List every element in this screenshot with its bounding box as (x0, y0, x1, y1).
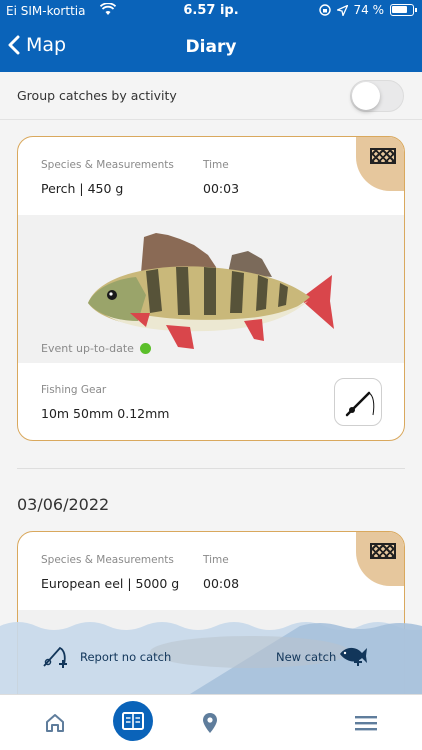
status-bar: Ei SIM-korttia 6.57 ip. 74 % (0, 0, 422, 24)
event-status-label: Event up-to-date (41, 342, 134, 355)
gear-label: Fishing Gear (41, 384, 107, 396)
group-catches-label: Group catches by activity (17, 88, 177, 103)
new-catch-button[interactable]: New catch (276, 650, 336, 664)
species-label: Species & Measurements (41, 159, 174, 171)
tab-home[interactable] (25, 695, 85, 750)
battery-percent: 74 % (353, 3, 385, 17)
catch-type-badge (356, 532, 404, 586)
fishing-gear-button[interactable] (334, 378, 382, 426)
new-catch-fish-icon[interactable] (338, 644, 368, 668)
home-icon (46, 714, 64, 732)
page-title: Diary (185, 37, 237, 57)
tab-bar (0, 694, 422, 750)
top-bar: Ei SIM-korttia 6.57 ip. 74 % Map Diary (0, 0, 422, 72)
species-value: Perch | 450 g (41, 181, 124, 196)
tab-menu[interactable] (336, 695, 396, 750)
report-no-catch-button[interactable]: Report no catch (80, 650, 171, 664)
toggle-knob (352, 82, 380, 110)
time-value: 00:03 (203, 181, 240, 196)
diary-icon (122, 712, 144, 730)
wave-action-bar: Report no catch New catch (0, 618, 422, 694)
tab-diary[interactable] (113, 701, 153, 741)
section-divider (17, 468, 405, 469)
orientation-lock-icon (318, 4, 331, 16)
net-icon (370, 148, 396, 164)
gear-value: 10m 50mm 0.12mm (41, 406, 170, 421)
menu-icon (355, 716, 377, 731)
date-heading: 03/06/2022 (17, 495, 110, 514)
map-pin-icon (203, 713, 217, 733)
perch-image (88, 233, 334, 349)
time-value: 00:08 (203, 576, 240, 591)
status-ok-icon (139, 343, 151, 354)
catch-type-badge (356, 137, 404, 191)
battery-icon (390, 4, 417, 16)
report-no-catch-icon[interactable] (40, 642, 70, 672)
group-catches-toggle[interactable] (350, 80, 404, 112)
event-status: Event up-to-date (41, 342, 151, 355)
net-icon (370, 543, 396, 559)
catch-card[interactable]: Species & Measurements Time Perch | 450 … (17, 136, 405, 441)
tab-map[interactable] (180, 695, 240, 750)
time-label: Time (203, 554, 229, 566)
location-arrow-icon (336, 4, 348, 16)
species-value: European eel | 5000 g (41, 576, 180, 591)
species-label: Species & Measurements (41, 554, 174, 566)
group-catches-row: Group catches by activity (0, 72, 422, 120)
time-label: Time (203, 159, 229, 171)
catch-photo (18, 215, 404, 363)
fishing-rod-icon (345, 391, 375, 417)
